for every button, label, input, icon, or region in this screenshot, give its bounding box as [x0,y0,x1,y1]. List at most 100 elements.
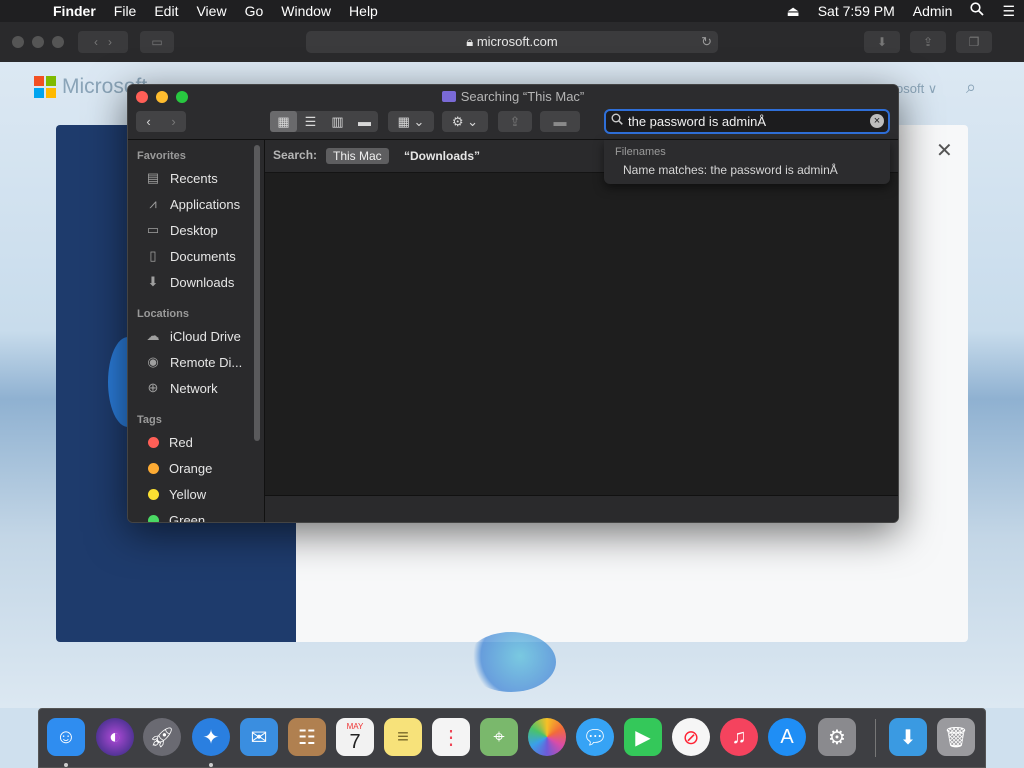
running-indicator [64,763,68,767]
microsoft-logo[interactable] [34,76,56,98]
running-indicator [209,763,213,767]
action-menu-button[interactable]: ⚙ ⌄ [442,111,488,132]
browser-zoom-icon[interactable] [52,36,64,48]
menu-help[interactable]: Help [340,0,387,22]
dock-facetime-icon[interactable]: ▶ [624,718,662,756]
sidebar-tag-yellow[interactable]: Yellow [144,483,206,505]
browser-back-forward-button[interactable]: ‹ › [78,31,128,53]
favorites-header: Favorites [137,150,186,162]
locations-header: Locations [137,308,189,320]
clear-search-icon[interactable]: × [870,114,884,128]
sidebar-item-applications[interactable]: ⩘ Applications [144,193,240,215]
dock-downloads-folder-icon[interactable]: ⬇ [889,718,927,756]
menu-extras: ⏏ Sat 7:59 PM Admin ☰ [777,0,1024,22]
menu-file[interactable]: File [105,0,146,22]
sidebar-item-documents[interactable]: ▯ Documents [144,245,235,267]
dock-news-icon[interactable]: ⊘ [672,718,710,756]
clock[interactable]: Sat 7:59 PM [809,0,904,22]
sidebar-item-downloads[interactable]: ⬇ Downloads [144,271,235,293]
dock-safari-icon[interactable]: ✦ [192,718,230,756]
list-view-icon[interactable]: ☰ [297,111,324,132]
dock-calendar-icon[interactable]: MAY 7 [336,718,374,756]
scope-downloads-button[interactable]: “Downloads” [404,148,480,164]
share-button[interactable]: ⇪ [498,111,532,132]
applications-icon: ⩘ [149,196,157,211]
sidebar-item-recents[interactable]: ▤ Recents [144,167,218,189]
network-globe-icon: ⊕ [147,380,159,395]
menu-finder[interactable]: Finder [44,0,105,22]
dock-launchpad-icon[interactable]: 🚀︎ [143,718,181,756]
tags-header: Tags [137,414,162,426]
scope-this-mac-button[interactable]: This Mac [326,148,389,164]
sidebar-item-desktop[interactable]: ▭ Desktop [144,219,218,241]
view-mode-group: ▦ ☰ ▥ ▬ [270,111,378,132]
reload-icon[interactable]: ↻ [701,31,712,53]
dock-maps-icon[interactable]: ⌖ [480,718,518,756]
browser-close-icon[interactable] [12,36,24,48]
dock-system-preferences-icon[interactable]: ⚙ [818,718,856,756]
modal-close-icon[interactable]: ✕ [936,138,953,163]
forward-button[interactable]: › [161,111,186,132]
menu-go[interactable]: Go [236,0,273,22]
back-forward-group: ‹ › [136,111,186,132]
sidebar-tag-orange[interactable]: Orange [144,457,212,479]
lock-icon: 🔒︎ [466,34,474,49]
icon-view-icon[interactable]: ▦ [270,111,297,132]
dock: ☺ ◐ 🚀︎ ✦ ✉ ☷ MAY 7 ≡ ⋮ ⌖ 💬︎ ▶ ⊘ ♫ A ⚙ ⬇ … [38,708,986,768]
sidebar-tag-red[interactable]: Red [144,431,193,453]
spotlight-icon[interactable] [961,0,993,22]
menu-edit[interactable]: Edit [145,0,187,22]
suggestion-filename-match[interactable]: Name matches: the password is adminÅ [623,163,838,177]
eject-icon[interactable]: ⏏ [777,0,808,22]
gallery-view-icon[interactable]: ▬ [351,111,378,132]
search-folder-icon [441,91,456,102]
download-icon[interactable]: ⬇ [864,31,900,53]
dock-messages-icon[interactable]: 💬︎ [576,718,614,756]
window-title: Searching “This Mac” [128,89,898,104]
tabs-icon[interactable]: ❐ [956,31,992,53]
finder-titlebar: Searching “This Mac” ‹ › ▦ ☰ ▥ ▬ ▦ ⌄ ⚙ ⌄… [128,85,898,140]
dock-trash-icon[interactable]: 🗑︎ [937,718,975,756]
dock-app-store-icon[interactable]: A [768,718,806,756]
tag-dot-icon [148,514,159,522]
sidebar-toggle-icon[interactable]: ▭ [140,31,174,53]
menu-window[interactable]: Window [272,0,340,22]
share-icon[interactable]: ⇪ [910,31,946,53]
search-suggestions: Filenames Name matches: the password is … [604,140,890,184]
search-input[interactable] [628,113,858,130]
sidebar-item-icloud-drive[interactable]: ☁ iCloud Drive [144,325,241,347]
search-field[interactable]: × [604,109,890,134]
tag-dot-icon [148,436,159,448]
dock-finder-icon[interactable]: ☺ [47,718,85,756]
share-icon: ⇪ [509,113,521,129]
user-menu[interactable]: Admin [904,0,962,22]
dock-mail-icon[interactable]: ✉ [240,718,278,756]
menu-view[interactable]: View [187,0,235,22]
dock-siri-icon[interactable]: ◐ [96,718,134,756]
desktop-icon: ▭ [146,222,160,237]
url-text: microsoft.com [476,34,558,49]
suggestions-header: Filenames [615,146,666,158]
sidebar-item-network[interactable]: ⊕ Network [144,377,218,399]
dock-reminders-icon[interactable]: ⋮ [432,718,470,756]
tag-dot-icon [148,488,159,500]
tags-button[interactable]: ▬ [540,111,580,132]
microsoft-nav-link[interactable]: osoft ∨ [896,81,937,97]
browser-minimize-icon[interactable] [32,36,44,48]
downloads-icon: ⬇ [147,274,159,289]
sidebar-item-remote-disc[interactable]: ◉ Remote Di... [144,351,242,373]
site-search-icon[interactable]: ⌕ [966,77,976,98]
column-view-icon[interactable]: ▥ [324,111,351,132]
dock-notes-icon[interactable]: ≡ [384,718,422,756]
edge-logo-blur [466,632,556,692]
dock-contacts-icon[interactable]: ☷ [288,718,326,756]
group-by-button[interactable]: ▦ ⌄ [388,111,434,132]
dock-photos-icon[interactable] [528,718,566,756]
back-button[interactable]: ‹ [136,111,161,132]
notification-center-icon[interactable]: ☰ [993,0,1024,22]
finder-content: Search: This Mac “Downloads” [265,140,898,522]
dock-music-icon[interactable]: ♫ [720,718,758,756]
sidebar-scrollbar[interactable] [254,145,260,441]
url-bar[interactable]: 🔒︎ microsoft.com ↻ [306,31,718,53]
sidebar-tag-green[interactable]: Green [144,509,205,522]
